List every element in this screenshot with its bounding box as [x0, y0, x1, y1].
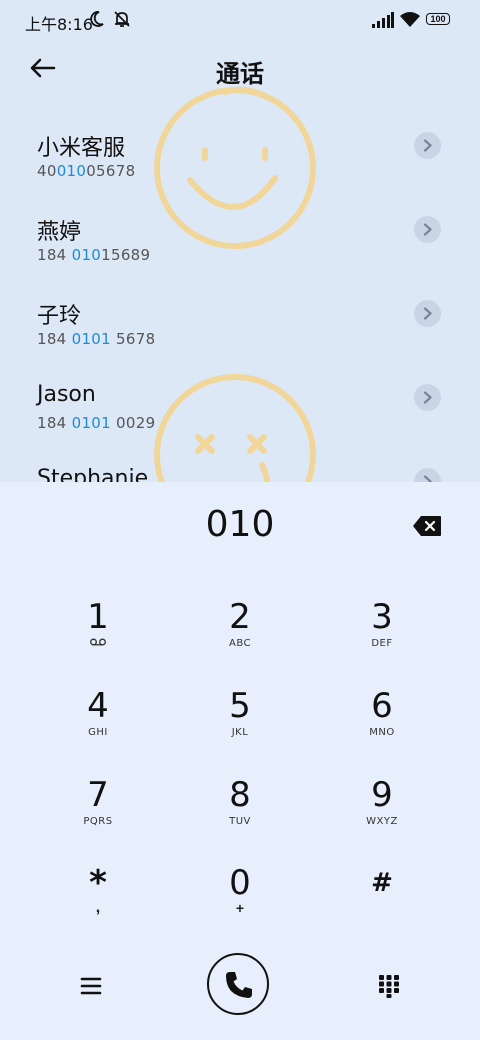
- contact-name: 子玲: [37, 304, 82, 329]
- battery-icon: 100: [426, 13, 450, 25]
- chevron-right-icon: [423, 475, 432, 482]
- contact-detail-button[interactable]: [414, 384, 441, 411]
- dial-key-7[interactable]: 7 PQRS: [28, 776, 168, 856]
- dial-key-6[interactable]: 6 MNO: [312, 687, 452, 767]
- page-title: 通话: [216, 60, 264, 88]
- contact-item[interactable]: 小米客服 4001005678: [0, 110, 480, 194]
- dial-key-8[interactable]: 8 TUV: [170, 776, 310, 856]
- phone-icon: [226, 972, 252, 998]
- dial-key-star[interactable]: * ,: [28, 864, 168, 944]
- contact-name: 小米客服: [37, 136, 126, 161]
- dial-key-2[interactable]: 2 ABC: [170, 598, 310, 678]
- wifi-icon: [400, 12, 420, 27]
- status-time: 上午8:16: [25, 15, 93, 34]
- contact-detail-button[interactable]: [414, 468, 441, 482]
- dial-key-hash[interactable]: #: [312, 864, 452, 944]
- status-bar: 上午8:16 100: [0, 0, 480, 40]
- dial-key-4[interactable]: 4 GHI: [28, 687, 168, 767]
- mute-icon: [114, 11, 130, 27]
- contact-suggestion-list: 小米客服 4001005678 燕婷 184 01015689 子玲 184 0…: [0, 110, 480, 482]
- contact-item[interactable]: 燕婷 184 01015689: [0, 194, 480, 278]
- chevron-right-icon: [423, 391, 432, 404]
- contact-detail-button[interactable]: [414, 132, 441, 159]
- dialed-number-display[interactable]: 010: [0, 504, 480, 545]
- contact-name: Stephanie: [37, 466, 149, 482]
- contact-detail-button[interactable]: [414, 300, 441, 327]
- dial-key-1[interactable]: 1: [28, 598, 168, 678]
- contact-item[interactable]: Jason 184 0101 0029: [0, 362, 480, 446]
- battery-level: 100: [430, 14, 446, 24]
- contact-item[interactable]: Stephanie: [0, 446, 480, 482]
- contact-number: 184 0101 5678: [37, 330, 156, 348]
- contact-name: Jason: [37, 382, 96, 407]
- chevron-right-icon: [423, 139, 432, 152]
- backspace-icon[interactable]: [412, 515, 442, 537]
- call-button[interactable]: [207, 953, 269, 1015]
- dial-key-5[interactable]: 5 JKL: [170, 687, 310, 767]
- dial-key-0[interactable]: 0 +: [170, 864, 310, 944]
- dial-key-3[interactable]: 3 DEF: [312, 598, 452, 678]
- chevron-right-icon: [423, 307, 432, 320]
- dialpad-icon[interactable]: [378, 974, 400, 998]
- menu-icon[interactable]: [80, 976, 102, 996]
- contact-name: 燕婷: [37, 220, 82, 245]
- dialer-panel: 010 1 2 ABC 3 DEF 4 GHI 5 JKL 6 MNO 7 PQ…: [0, 482, 480, 1040]
- moon-icon: [90, 11, 104, 27]
- contact-number: 184 0101 0029: [37, 414, 156, 432]
- dial-key-9[interactable]: 9 WXYZ: [312, 776, 452, 856]
- contact-number: 184 01015689: [37, 246, 151, 264]
- contact-item[interactable]: 子玲 184 0101 5678: [0, 278, 480, 362]
- signal-icon: [372, 12, 394, 28]
- contact-number: 4001005678: [37, 162, 136, 180]
- contact-detail-button[interactable]: [414, 216, 441, 243]
- chevron-right-icon: [423, 223, 432, 236]
- voicemail-icon: [90, 638, 106, 646]
